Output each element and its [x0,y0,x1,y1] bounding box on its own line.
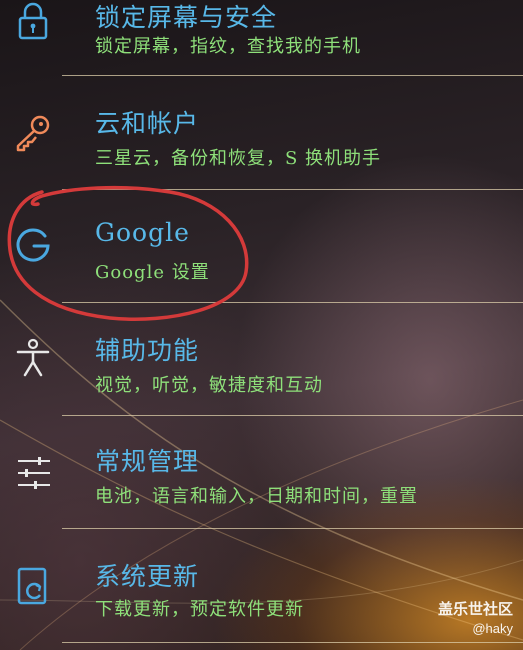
settings-item-general-management[interactable]: 常规管理 电池，语言和输入，日期和时间，重置 [0,416,523,528]
key-icon [12,112,54,154]
lock-icon [12,0,54,42]
divider [62,642,523,643]
watermark-site: 盖乐世社区 [437,601,513,618]
settings-item-title: 云和帐户 [95,109,200,138]
settings-item-subtitle: 锁定屏幕，指纹，查找我的手机 [95,36,361,57]
settings-item-subtitle: 电池，语言和输入，日期和时间，重置 [95,486,418,507]
settings-item-title: 辅助功能 [95,336,200,365]
settings-item-lock-screen[interactable]: 锁定屏幕与安全 锁定屏幕，指纹，查找我的手机 [0,0,523,72]
settings-item-title: 系统更新 [95,562,200,591]
google-icon [12,224,54,266]
settings-item-accessibility[interactable]: 辅助功能 视觉，听觉，敏捷度和互动 [0,303,523,415]
settings-item-title: Google [95,218,190,247]
settings-item-subtitle: Google 设置 [95,262,210,283]
settings-item-subtitle: 三星云，备份和恢复，S 换机助手 [95,148,382,169]
system-update-icon [12,565,54,607]
settings-item-title: 锁定屏幕与安全 [95,3,278,32]
watermark-user: @haky [472,621,513,636]
settings-item-google[interactable]: Google Google 设置 [0,190,523,302]
accessibility-icon [12,337,54,379]
watermark: 盖乐世社区 @haky [438,598,513,636]
sliders-icon [12,452,54,494]
settings-item-title: 常规管理 [95,447,200,476]
settings-item-cloud-accounts[interactable]: 云和帐户 三星云，备份和恢复，S 换机助手 [0,76,523,188]
settings-item-subtitle: 视觉，听觉，敏捷度和互动 [95,375,323,396]
settings-item-subtitle: 下载更新，预定软件更新 [95,599,304,620]
